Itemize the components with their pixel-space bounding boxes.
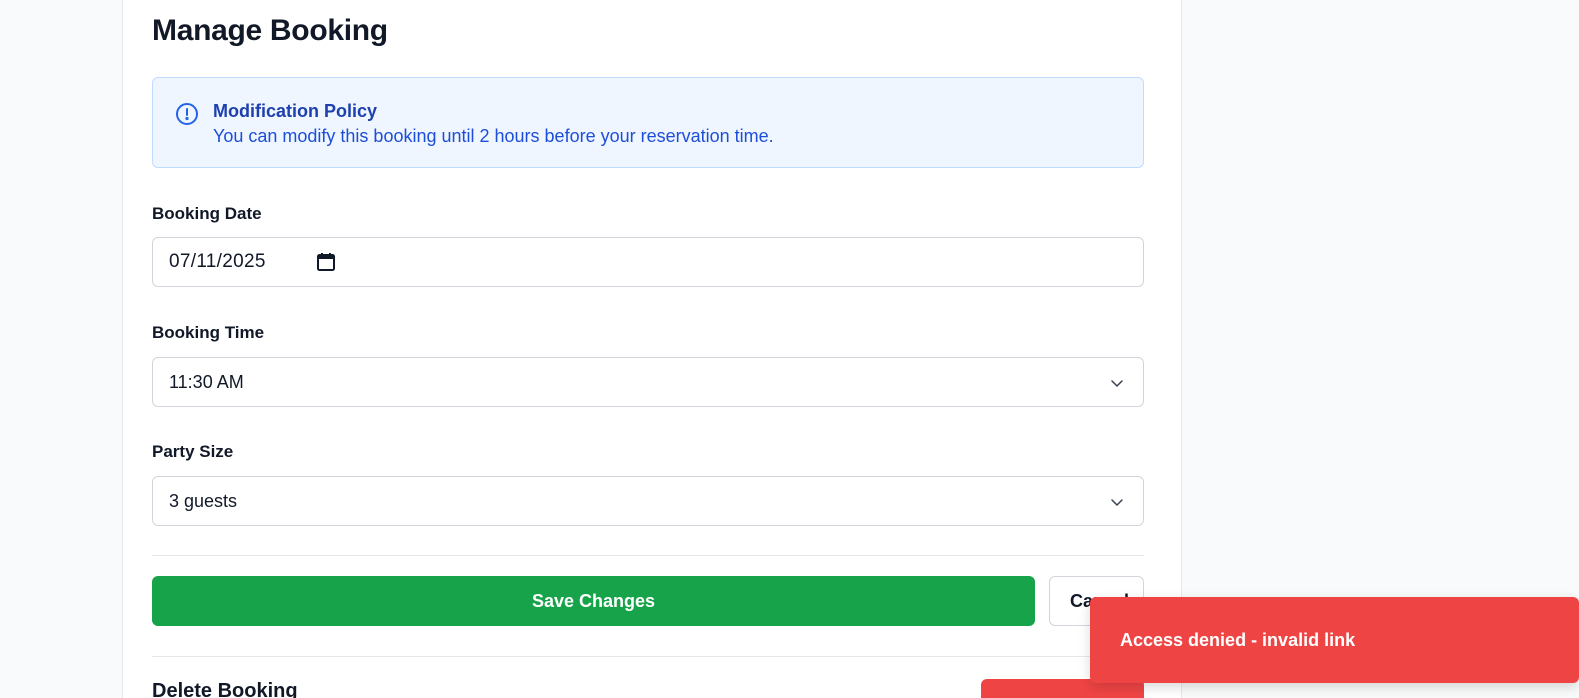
page-title: Manage Booking [152, 14, 388, 47]
form-divider [152, 555, 1144, 556]
delete-booking-heading: Delete Booking [152, 680, 298, 698]
policy-title: Modification Policy [213, 101, 378, 121]
save-changes-button[interactable]: Save Changes [152, 576, 1035, 626]
booking-time-label: Booking Time [152, 323, 265, 342]
toast-message: Access denied - invalid link [1120, 630, 1356, 650]
booking-date-label: Booking Date [152, 204, 262, 223]
error-toast: Access denied - invalid link [1090, 597, 1579, 683]
policy-text: You can modify this booking until 2 hour… [213, 126, 774, 146]
booking-date-input[interactable]: 07/11/2025 [152, 237, 1144, 287]
booking-time-value: 11:30 AM [169, 372, 244, 392]
booking-time-select[interactable]: 11:30 AM [152, 357, 1144, 407]
section-divider [152, 656, 1144, 657]
party-size-value: 3 guests [169, 491, 238, 511]
page: Manage Booking Modification Policy You c… [0, 0, 1579, 698]
modification-policy-alert: Modification Policy You can modify this … [152, 77, 1144, 168]
party-size-label: Party Size [152, 442, 234, 461]
party-size-select[interactable]: 3 guests [152, 476, 1144, 526]
booking-date-value: 07/11/2025 [169, 251, 266, 272]
